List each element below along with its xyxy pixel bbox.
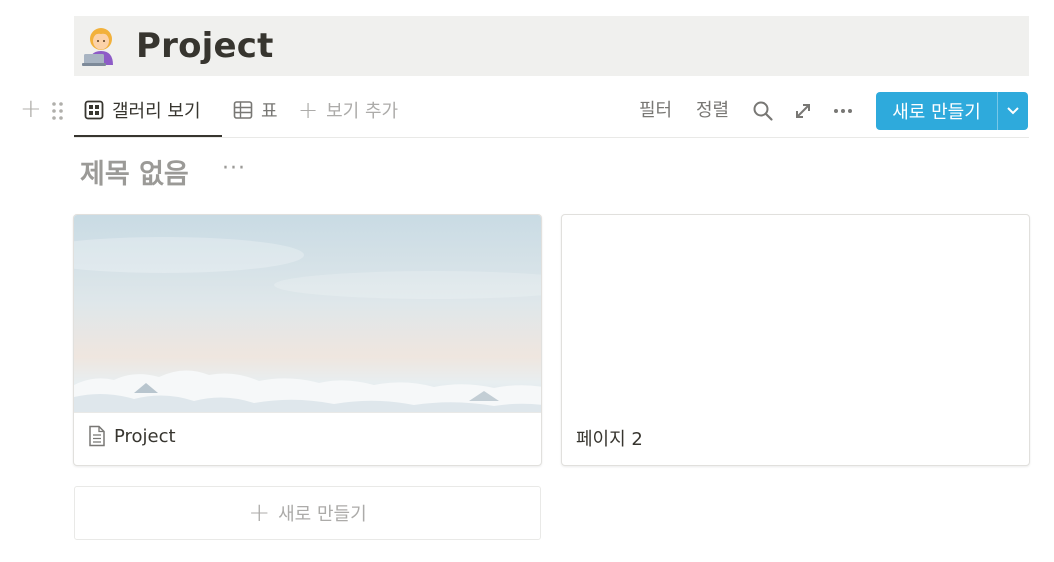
drag-handle-icon[interactable] bbox=[50, 100, 66, 122]
more-options-icon[interactable] bbox=[832, 100, 854, 122]
open-full-page-icon[interactable] bbox=[792, 100, 814, 122]
add-view-label: 보기 추가 bbox=[326, 101, 399, 122]
gallery-card[interactable]: 페이지 2 bbox=[561, 214, 1030, 466]
tab-gallery-view[interactable]: 갤러리 보기 bbox=[84, 94, 201, 126]
sort-button[interactable]: 정렬 bbox=[696, 96, 729, 122]
add-view-button[interactable]: + 보기 추가 bbox=[298, 94, 398, 126]
plus-icon: + bbox=[298, 96, 319, 124]
add-new-card-button[interactable]: + 새로 만들기 bbox=[74, 486, 541, 540]
tab-label: 갤러리 보기 bbox=[112, 101, 201, 122]
card-cover-image bbox=[74, 215, 541, 412]
document-icon bbox=[88, 425, 106, 447]
search-icon[interactable] bbox=[752, 100, 774, 122]
gallery-card[interactable]: Project bbox=[73, 214, 542, 466]
add-new-label: 새로 만들기 bbox=[278, 504, 367, 525]
new-button-main[interactable]: 새로 만들기 bbox=[876, 92, 997, 130]
page-header: Project bbox=[74, 16, 1029, 76]
database-toolbar: + 갤러리 보기 표 + 보기 추가 필터 정렬 새로 만들기 bbox=[0, 88, 1054, 138]
tab-table-view[interactable]: 표 bbox=[233, 94, 278, 126]
card-title-text: 페이지 2 bbox=[576, 429, 643, 450]
gallery-icon bbox=[84, 100, 104, 120]
plus-icon: + bbox=[248, 498, 271, 528]
card-title: 페이지 2 bbox=[576, 425, 643, 451]
new-button-dropdown[interactable] bbox=[998, 92, 1028, 130]
card-title: Project bbox=[88, 425, 176, 447]
group-title[interactable]: 제목 없음 bbox=[80, 152, 189, 191]
tab-label: 표 bbox=[261, 101, 278, 122]
new-button: 새로 만들기 bbox=[876, 92, 1028, 130]
table-icon bbox=[233, 100, 253, 120]
card-title-text: Project bbox=[114, 425, 176, 447]
toolbar-divider bbox=[74, 137, 1029, 138]
chevron-down-icon bbox=[1007, 107, 1019, 115]
person-with-laptop-icon[interactable] bbox=[80, 25, 122, 67]
add-block-icon[interactable]: + bbox=[20, 96, 42, 122]
card-divider bbox=[74, 412, 541, 413]
filter-button[interactable]: 필터 bbox=[639, 96, 672, 122]
group-more-icon[interactable]: ··· bbox=[222, 156, 246, 181]
page-title[interactable]: Project bbox=[136, 26, 274, 66]
